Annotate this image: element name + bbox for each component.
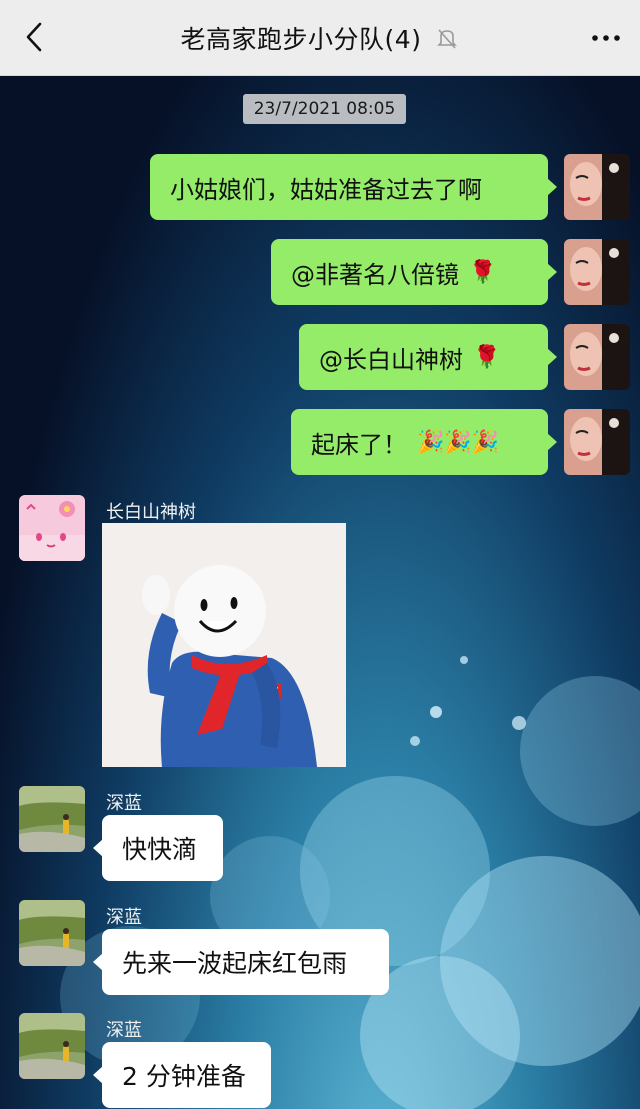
rose-icon: 🌹 bbox=[473, 344, 501, 370]
message-row-outgoing: 起床了！ 🎉🎉🎉 bbox=[0, 409, 640, 475]
outgoing-message-bubble[interactable]: @非著名八倍镜 🌹 bbox=[271, 239, 557, 305]
chat-header: 老高家跑步小分队(4) bbox=[0, 0, 640, 76]
outgoing-message-bubble[interactable]: @长白山神树 🌹 bbox=[299, 324, 557, 390]
sender-name: 深蓝 bbox=[106, 793, 142, 814]
message-timestamp: 23/7/2021 08:05 bbox=[243, 94, 406, 124]
self-avatar[interactable] bbox=[564, 239, 630, 305]
incoming-message-bubble[interactable]: 先来一波起床红包雨 bbox=[93, 929, 389, 995]
contact-avatar[interactable] bbox=[19, 786, 85, 852]
message-row-outgoing: 小姑娘们，姑姑准备过去了啊 bbox=[0, 154, 640, 220]
party-popper-icon: 🎉🎉🎉 bbox=[417, 429, 500, 455]
message-text: 起床了！ bbox=[311, 430, 407, 459]
message-row-outgoing: @非著名八倍镜 🌹 bbox=[0, 239, 640, 305]
self-avatar[interactable] bbox=[564, 324, 630, 390]
outgoing-message-bubble[interactable]: 起床了！ 🎉🎉🎉 bbox=[291, 409, 557, 475]
message-row-outgoing: @长白山神树 🌹 bbox=[0, 324, 640, 390]
incoming-message-bubble[interactable]: 快快滴 bbox=[93, 815, 223, 881]
rose-icon: 🌹 bbox=[469, 259, 497, 285]
message-text: @非著名八倍镜 bbox=[291, 260, 459, 289]
message-text: @长白山神树 bbox=[319, 345, 463, 374]
incoming-message-bubble[interactable]: 2 分钟准备 bbox=[93, 1042, 271, 1108]
contact-avatar[interactable] bbox=[19, 495, 85, 561]
message-text: 小姑娘们，姑姑准备过去了啊 bbox=[170, 175, 482, 204]
back-arrow-icon[interactable] bbox=[18, 20, 52, 54]
outgoing-message-bubble[interactable]: 小姑娘们，姑姑准备过去了啊 bbox=[150, 154, 557, 220]
message-text: 快快滴 bbox=[122, 835, 198, 864]
sender-name: 深蓝 bbox=[106, 907, 142, 928]
contact-avatar[interactable] bbox=[19, 1013, 85, 1079]
contact-avatar[interactable] bbox=[19, 900, 85, 966]
sender-name: 深蓝 bbox=[106, 1020, 142, 1041]
sender-name: 长白山神树 bbox=[106, 502, 196, 523]
muted-bell-icon bbox=[437, 28, 458, 49]
message-text: 2 分钟准备 bbox=[122, 1062, 246, 1091]
chat-title: 老高家跑步小分队(4) bbox=[180, 24, 422, 54]
message-text: 先来一波起床红包雨 bbox=[122, 949, 348, 978]
self-avatar[interactable] bbox=[564, 154, 630, 220]
self-avatar[interactable] bbox=[564, 409, 630, 475]
image-message[interactable] bbox=[102, 523, 346, 767]
more-dots-icon[interactable] bbox=[586, 18, 626, 58]
